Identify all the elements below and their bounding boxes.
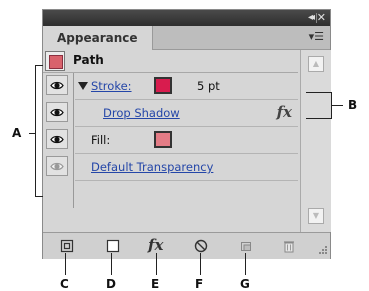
list-divider (73, 73, 74, 208)
object-thumbnail (45, 51, 65, 71)
delete-item-icon[interactable] (281, 238, 297, 254)
callout-a-bracket-bottom (35, 196, 43, 197)
add-new-fill-icon[interactable] (105, 238, 121, 254)
eye-icon (50, 108, 64, 117)
callout-b-bracket-top (306, 92, 332, 93)
expand-triangle-icon[interactable] (78, 82, 88, 90)
callout-b-leader (331, 105, 343, 106)
visibility-column (43, 73, 71, 208)
eye-icon-dimmed (50, 162, 64, 171)
collapse-panel-icon[interactable]: ◂◂ (308, 11, 315, 25)
add-new-effect-icon[interactable]: fx (148, 236, 168, 254)
scroll-down-icon[interactable]: ▼ (308, 208, 324, 224)
callout-e-leader (156, 253, 157, 275)
drop-shadow-link[interactable]: Drop Shadow (103, 106, 180, 120)
callout-a: A (12, 126, 22, 140)
callout-g-leader (245, 253, 246, 275)
eye-icon (50, 81, 64, 90)
drop-shadow-visibility-toggle[interactable] (46, 102, 68, 122)
callout-f: F (195, 277, 204, 291)
effect-fx-icon: fx (276, 103, 292, 121)
callout-b: B (348, 98, 358, 112)
callout-g: G (240, 277, 250, 291)
add-new-stroke-icon[interactable] (59, 238, 75, 254)
fill-label: Fill: (91, 133, 111, 147)
resize-grip-icon[interactable] (316, 245, 328, 257)
callout-e: E (151, 277, 160, 291)
bottom-toolbar: fx (43, 232, 330, 259)
fill-row[interactable]: Fill: (75, 127, 298, 154)
callout-a-bracket-top (35, 65, 43, 66)
panel-menu-icon[interactable]: ▾☰ (309, 31, 324, 43)
stroke-color-swatch[interactable] (154, 77, 172, 94)
callout-d: D (106, 277, 116, 291)
callout-a-bracket (35, 65, 36, 197)
callout-c-leader (65, 253, 66, 275)
clear-appearance-icon[interactable] (193, 238, 209, 254)
callout-b-bracket-bottom (306, 118, 332, 119)
transparency-row[interactable]: Default Transparency (75, 154, 298, 181)
tab-row: Appearance ▾☰ (43, 26, 330, 50)
fill-color-swatch[interactable] (154, 131, 172, 148)
drop-shadow-row[interactable]: Drop Shadow fx (75, 100, 298, 127)
object-swatch (49, 55, 63, 69)
panel-title-bar: ◂◂ ✕ (43, 10, 330, 26)
object-label: Path (73, 53, 104, 67)
callout-d-leader (111, 253, 112, 275)
duplicate-item-icon[interactable] (238, 238, 254, 254)
tab-appearance[interactable]: Appearance (43, 26, 153, 50)
callout-f-leader (200, 253, 201, 275)
eye-icon (50, 135, 64, 144)
transparency-visibility-toggle[interactable] (46, 156, 68, 176)
stroke-row[interactable]: Stroke: 5 pt (75, 73, 298, 100)
callout-c: C (60, 277, 69, 291)
stroke-label-link[interactable]: Stroke: (91, 79, 132, 93)
object-row[interactable]: Path (43, 50, 298, 73)
stroke-visibility-toggle[interactable] (46, 75, 68, 95)
fill-visibility-toggle[interactable] (46, 129, 68, 149)
scrollbar[interactable]: ▲ ▼ (300, 50, 331, 232)
close-panel-icon[interactable]: ✕ (317, 11, 326, 25)
appearance-panel: ◂◂ ✕ Appearance ▾☰ Path Stroke: 5 pt Dro… (42, 9, 331, 259)
default-transparency-link[interactable]: Default Transparency (91, 160, 213, 174)
scroll-up-icon[interactable]: ▲ (308, 56, 324, 72)
stroke-weight[interactable]: 5 pt (197, 79, 220, 93)
